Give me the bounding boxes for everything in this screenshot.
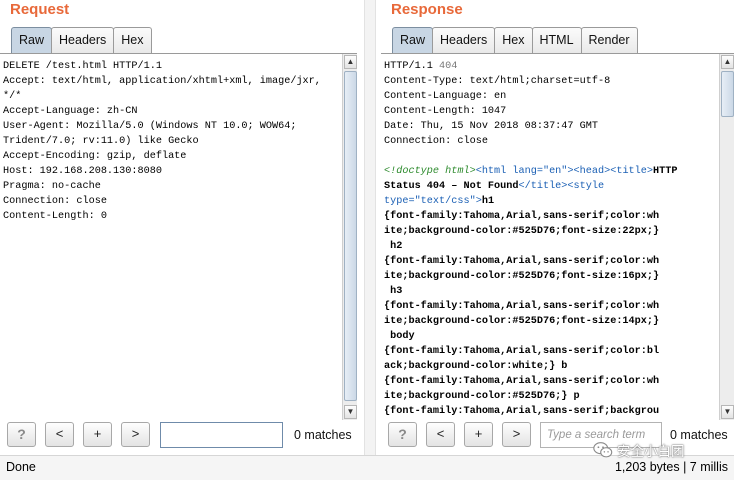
request-scrollbar[interactable]: ▲ ▼ xyxy=(342,54,357,420)
response-tabs: Raw Headers Hex HTML Render xyxy=(392,27,638,53)
request-line: Accept: text/html, application/xhtml+xml… xyxy=(3,76,321,87)
response-tab-hex[interactable]: Hex xyxy=(494,27,533,53)
scroll-up-arrow-icon[interactable]: ▲ xyxy=(344,55,357,69)
css-line: ite;background-color:#525D76;font-size:2… xyxy=(384,226,660,237)
status-code: 404 xyxy=(439,61,458,72)
request-line: */* xyxy=(3,91,22,102)
title-close-tag-token: </title> xyxy=(518,181,568,192)
response-scrollbar[interactable]: ▲ ▼ xyxy=(719,54,734,420)
response-help-button[interactable]: ? xyxy=(388,422,417,447)
response-tab-render[interactable]: Render xyxy=(580,27,638,53)
style-type-token: type="text/css"> xyxy=(384,196,482,207)
response-tab-html[interactable]: HTML xyxy=(531,27,582,53)
request-code: DELETE /test.html HTTP/1.1 Accept: text/h… xyxy=(3,59,321,224)
response-status-line: HTTP/1.1 404 xyxy=(384,59,714,74)
title-text-token: Status 404 – Not Found xyxy=(384,181,519,192)
response-body-line: type="text/css">h1 xyxy=(384,194,714,209)
scroll-down-arrow-icon[interactable]: ▼ xyxy=(721,405,734,419)
css-line: body xyxy=(384,331,415,342)
response-title: Response xyxy=(391,1,463,18)
html-tag-token: <html lang="en"> xyxy=(475,166,574,177)
response-body-line: Status 404 – Not Found</title><style xyxy=(384,179,714,194)
css-line: ite;background-color:#525D76;font-size:1… xyxy=(384,316,660,327)
request-prev-button[interactable]: < xyxy=(45,422,74,447)
request-line: Accept-Encoding: gzip, deflate xyxy=(3,151,187,162)
request-search-input[interactable] xyxy=(160,422,283,448)
request-tab-hex[interactable]: Hex xyxy=(113,27,152,53)
response-header-line: Content-Type: text/html;charset=utf-8 xyxy=(384,76,611,87)
response-body-line: <!doctype html><html lang="en"><head><ti… xyxy=(384,164,714,179)
css-token: h1 xyxy=(481,196,495,207)
request-scroll-thumb[interactable] xyxy=(344,71,357,401)
response-size-time: 1,203 bytes | 7 millis xyxy=(614,460,728,474)
request-pane: Request Raw Headers Hex DELETE /test.htm… xyxy=(0,0,362,455)
request-tabs: Raw Headers Hex xyxy=(11,27,152,53)
scroll-up-arrow-icon[interactable]: ▲ xyxy=(721,55,734,69)
request-line: Accept-Language: zh-CN xyxy=(3,106,138,117)
wechat-icon xyxy=(593,442,613,458)
request-line: Host: 192.168.208.130:8080 xyxy=(3,166,162,177)
response-header-line: Date: Thu, 15 Nov 2018 08:37:47 GMT xyxy=(384,121,598,132)
doctype-token: <!doctype html> xyxy=(384,166,476,177)
request-line: User-Agent: Mozilla/5.0 (Windows NT 10.0… xyxy=(3,121,297,132)
request-editor[interactable]: DELETE /test.html HTTP/1.1 Accept: text/h… xyxy=(0,53,357,420)
css-line: ite;background-color:#525D76;} p xyxy=(384,391,580,402)
response-tab-raw[interactable]: Raw xyxy=(392,27,434,53)
request-line: Trident/7.0; rv:11.0) like Gecko xyxy=(3,136,199,147)
response-prev-button[interactable]: < xyxy=(426,422,455,447)
request-search-bar: ? < + > 0 matches xyxy=(0,421,362,449)
request-line: Content-Length: 0 xyxy=(3,211,107,222)
response-pane: Response Raw Headers Hex HTML Render HTT… xyxy=(381,0,734,455)
css-line: {font-family:Tahoma,Arial,sans-serif;col… xyxy=(384,301,660,312)
response-header-line: Content-Language: en xyxy=(384,91,507,102)
css-line: h3 xyxy=(384,286,403,297)
response-header-line: Connection: close xyxy=(384,136,488,147)
response-header-line: Content-Length: 1047 xyxy=(384,106,507,117)
response-scroll-thumb[interactable] xyxy=(721,71,734,117)
title-tag-token: <title> xyxy=(610,166,654,177)
css-line: {font-family:Tahoma,Arial,sans-serif;bac… xyxy=(384,406,660,417)
request-line: Pragma: no-cache xyxy=(3,181,101,192)
request-help-button[interactable]: ? xyxy=(7,422,36,447)
request-title: Request xyxy=(10,1,70,18)
response-next-button[interactable]: > xyxy=(502,422,531,447)
css-line: ite;background-color:#525D76;font-size:1… xyxy=(384,271,660,282)
css-line: h2 xyxy=(384,241,403,252)
request-matches-count: 0 matches xyxy=(294,428,352,442)
css-line: ack;background-color:white;} b xyxy=(384,361,568,372)
css-line: {font-family:Tahoma,Arial,sans-serif;col… xyxy=(384,376,660,387)
title-text-token: HTTP xyxy=(653,166,678,177)
watermark: 安全小白团 xyxy=(592,438,685,462)
response-tab-headers[interactable]: Headers xyxy=(432,27,496,53)
request-tab-headers[interactable]: Headers xyxy=(51,27,115,53)
request-next-button[interactable]: > xyxy=(121,422,150,447)
response-editor[interactable]: HTTP/1.1 404 Content-Type: text/html;char… xyxy=(381,53,734,420)
pane-splitter[interactable] xyxy=(364,0,376,455)
status-text: Done xyxy=(6,460,36,474)
request-add-button[interactable]: + xyxy=(83,422,112,447)
response-add-button[interactable]: + xyxy=(464,422,493,447)
head-tag-token: <head> xyxy=(573,166,611,177)
css-line: {font-family:Tahoma,Arial,sans-serif;col… xyxy=(384,211,660,222)
css-line: {font-family:Tahoma,Arial,sans-serif;col… xyxy=(384,346,660,357)
status-protocol: HTTP/1.1 xyxy=(384,61,433,72)
request-line: DELETE /test.html HTTP/1.1 xyxy=(3,61,162,72)
watermark-text: 安全小白团 xyxy=(617,444,685,460)
response-code: HTTP/1.1 404 Content-Type: text/html;char… xyxy=(384,59,714,419)
css-line: {font-family:Tahoma,Arial,sans-serif;col… xyxy=(384,256,660,267)
request-line: Connection: close xyxy=(3,196,107,207)
request-tab-raw[interactable]: Raw xyxy=(11,27,53,53)
scroll-down-arrow-icon[interactable]: ▼ xyxy=(344,405,357,419)
style-tag-token: <style xyxy=(567,181,605,192)
